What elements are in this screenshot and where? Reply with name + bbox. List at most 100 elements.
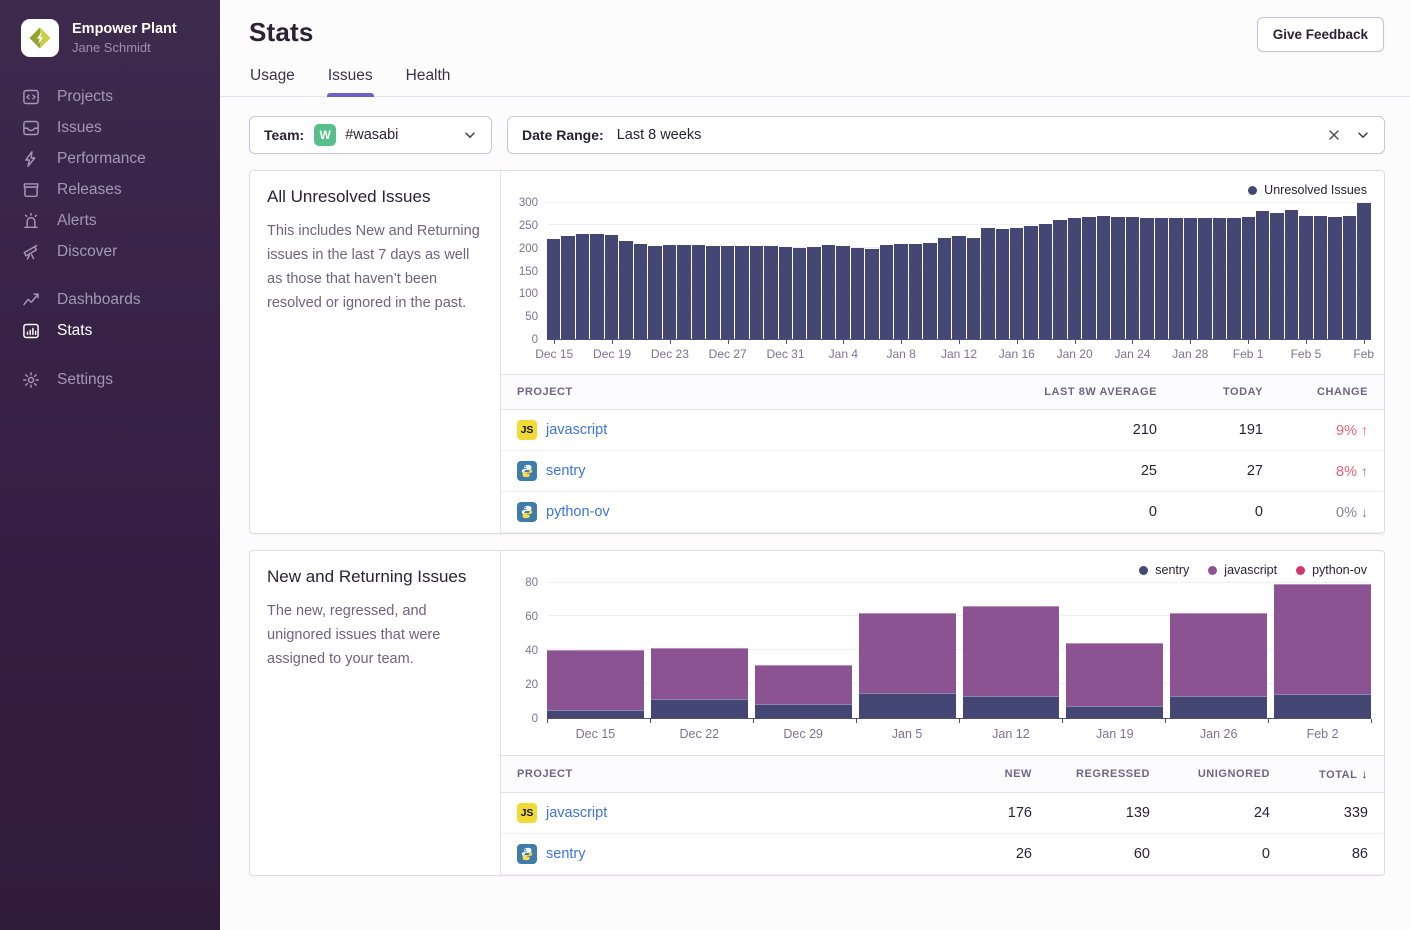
tab-issues[interactable]: Issues [327,67,374,96]
tab-health[interactable]: Health [405,67,452,96]
project-name-cell: sentry [501,451,993,492]
value-cell: 191 [1173,410,1279,451]
sort-descending-icon[interactable]: ↓ [1361,767,1368,781]
y-tick-label: 250 [519,220,538,232]
sidebar: Empower Plant Jane Schmidt Projects Issue… [0,0,220,930]
x-tick [612,340,613,344]
column-header: LAST 8W AVERAGE [993,375,1173,410]
bar [1068,218,1081,339]
bar [590,234,603,339]
sidebar-item-label: Settings [57,371,113,389]
bar-segment-sentry [547,710,644,719]
x-tick-label: Dec 15 [535,347,573,361]
content: Team: W #wasabi Date Range: Last 8 weeks [220,97,1410,930]
nav-group-secondary: DashboardsStats [0,284,220,346]
alerts-icon [22,212,40,230]
releases-icon [22,181,40,199]
project-link[interactable]: python-ov [546,504,610,520]
bar [1198,218,1211,339]
team-avatar: W [314,124,336,146]
x-tick [1017,340,1018,344]
bar [909,244,922,339]
bar-segment-sentry [1170,696,1267,718]
bar-segment-sentry [963,696,1060,718]
projects-icon [22,88,40,106]
bar [1299,216,1312,339]
x-tick-label: Dec 29 [755,727,852,741]
team-select[interactable]: Team: W #wasabi [249,116,492,154]
bar-segment-javascript [1066,643,1163,706]
column-header: PROJECT [501,756,936,793]
sidebar-item-stats[interactable]: Stats [0,315,220,346]
org-switcher[interactable]: Empower Plant Jane Schmidt [0,0,220,81]
javascript-project-icon: JS [517,803,537,823]
sidebar-item-alerts[interactable]: Alerts [0,205,220,236]
x-tick [670,340,671,344]
bar [981,228,994,339]
x-tick [843,340,844,344]
sidebar-item-label: Discover [57,243,117,261]
legend-label: python-ov [1312,563,1367,577]
sidebar-nav: Projects Issues Performance Releases Alerts D… [0,81,220,395]
bar [793,248,806,339]
new-returning-chart-block: sentryjavascriptpython-ov 020406080 Dec … [501,551,1384,747]
project-link[interactable]: sentry [546,846,586,862]
app-root: Empower Plant Jane Schmidt Projects Issue… [0,0,1410,930]
bar [807,247,820,339]
change-cell: 9% ↑ [1279,410,1384,451]
value-cell: 0 [1166,834,1286,875]
project-cell: JS javascript [517,420,977,440]
sidebar-item-discover[interactable]: Discover [0,236,220,267]
bar-segment-javascript [1170,613,1267,696]
unresolved-card-title: All Unresolved Issues [267,187,483,207]
give-feedback-button[interactable]: Give Feedback [1257,17,1384,52]
bar [1256,211,1269,339]
stacked-bar [755,665,852,718]
sidebar-item-projects[interactable]: Projects [0,81,220,112]
x-tick [1132,340,1133,344]
x-tick-label: Feb [1353,347,1374,361]
x-tick-label: Dec 15 [547,727,644,741]
project-link[interactable]: sentry [546,463,586,479]
x-tick-label: Jan 5 [859,727,956,741]
unresolved-card-info: All Unresolved Issues This includes New … [250,171,501,533]
sidebar-item-issues[interactable]: Issues [0,112,220,143]
x-tick-label: Jan 19 [1066,727,1163,741]
project-link[interactable]: javascript [546,422,607,438]
bar [1053,220,1066,339]
sidebar-item-label: Issues [57,119,102,137]
column-header: PROJECT [501,375,993,410]
javascript-project-icon: JS [517,420,537,440]
chevron-down-icon [462,127,478,143]
x-tick-label: Feb 1 [1233,347,1264,361]
bar [1111,217,1124,339]
bar-segment-javascript [547,650,644,710]
x-tick-label: Dec 27 [709,347,747,361]
bar-segment-javascript [1274,584,1371,695]
y-tick-label: 100 [519,288,538,300]
sidebar-item-dashboards[interactable]: Dashboards [0,284,220,315]
date-range-select[interactable]: Date Range: Last 8 weeks [507,116,1385,154]
sidebar-item-releases[interactable]: Releases [0,174,220,205]
clear-icon[interactable] [1326,127,1342,143]
sidebar-item-label: Releases [57,181,122,199]
project-link[interactable]: javascript [546,805,607,821]
nav-group-tertiary: Settings [0,364,220,395]
value-cell: 27 [1173,451,1279,492]
table-row: python-ov000% ↓ [501,492,1384,533]
table-body: JSjavascript2101919% ↑sentry25278% ↑pyth… [501,410,1384,533]
table-head: PROJECTLAST 8W AVERAGETODAYCHANGE [501,375,1384,410]
bar-segment-javascript [651,648,748,699]
bar-series [547,203,1371,339]
tab-usage[interactable]: Usage [249,67,296,96]
bar [1010,228,1023,339]
arrow-up-icon: ↑ [1361,422,1368,438]
x-tick-label: Dec 22 [651,727,748,741]
sidebar-item-settings[interactable]: Settings [0,364,220,395]
sidebar-item-performance[interactable]: Performance [0,143,220,174]
bar-segment-javascript [859,613,956,693]
stats-icon [22,322,40,340]
value-cell: 86 [1286,834,1384,875]
y-tick-label: 20 [525,679,538,691]
project-name-cell: JS javascript [501,410,993,451]
